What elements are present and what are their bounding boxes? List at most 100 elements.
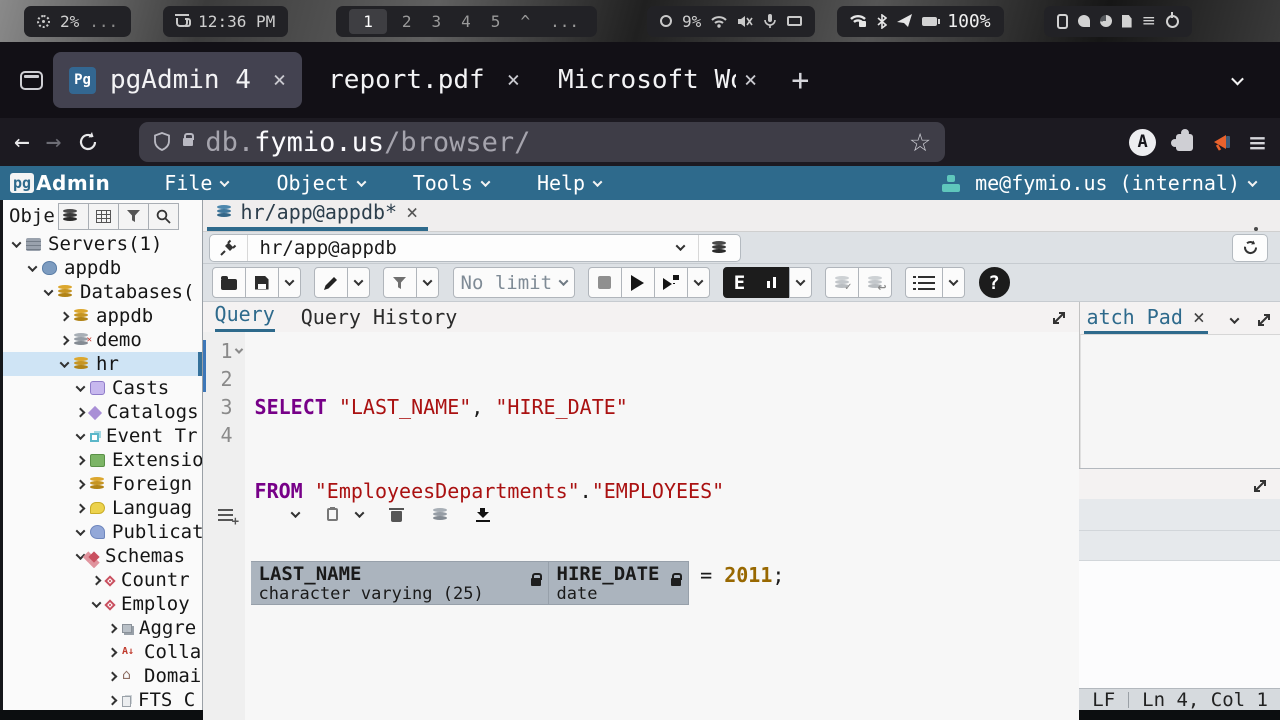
connection-select[interactable]: hr/app@appdb (209, 234, 741, 262)
tab-scratch-pad[interactable]: atch Pad × (1084, 305, 1208, 334)
search-button[interactable] (148, 203, 179, 230)
expand-panel-icon[interactable] (1051, 310, 1067, 326)
lock-icon[interactable] (183, 138, 193, 146)
list-all-tabs-icon[interactable] (1231, 72, 1244, 85)
expand-icon[interactable] (76, 407, 86, 417)
expand-icon[interactable] (92, 598, 102, 608)
expand-icon[interactable] (44, 286, 54, 296)
tree-item-demo-db[interactable]: demo (3, 328, 202, 352)
fold-icon[interactable] (234, 345, 242, 353)
extensions-icon[interactable] (1176, 134, 1193, 151)
stop-button[interactable] (588, 267, 622, 298)
menu-help[interactable]: Help (537, 171, 601, 195)
expand-icon[interactable] (108, 671, 118, 681)
expand-icon[interactable] (108, 647, 118, 657)
tree-item-hr-db[interactable]: hr (3, 352, 202, 376)
reload-icon[interactable] (77, 131, 99, 153)
expand-icon[interactable] (92, 575, 102, 585)
workspace-2[interactable]: 2 (397, 12, 417, 31)
expand-panel-icon[interactable] (1256, 312, 1272, 328)
account-icon[interactable]: A (1129, 129, 1156, 156)
tree-item-event-triggers[interactable]: Event Tr (3, 424, 202, 448)
collapse-panel-icon[interactable] (1230, 314, 1240, 324)
limit-select[interactable]: No limit (453, 267, 575, 298)
tree-item-fts-configurations[interactable]: FTS C (3, 688, 202, 710)
tab-query[interactable]: Query (215, 302, 275, 332)
open-file-button[interactable] (212, 267, 246, 298)
sql-editor[interactable]: 1 2 3 4 SELECT "LAST_NAME", "HIRE_DATE" … (203, 332, 1079, 720)
tree-item-foreign-data[interactable]: Foreign (3, 472, 202, 496)
new-tab-button[interactable]: + (791, 63, 809, 98)
code-area[interactable]: SELECT "LAST_NAME", "HIRE_DATE" FROM "Em… (245, 332, 1079, 720)
tab-close-icon[interactable]: × (406, 200, 418, 224)
query-tool-tab[interactable]: hr/app@appdb* × (207, 198, 429, 231)
workspace-more[interactable]: ... (545, 12, 584, 31)
column-header-hire-date[interactable]: HIRE_DATE date (549, 561, 689, 605)
execute-options-flag-button[interactable] (654, 267, 688, 298)
tree-item-schemas[interactable]: Schemas (3, 544, 202, 568)
workspace-1[interactable]: 1 (349, 9, 387, 34)
pie-icon[interactable] (1100, 15, 1112, 27)
shield-icon[interactable] (153, 132, 171, 152)
workspace-up[interactable]: ^ (515, 12, 535, 31)
expand-icon[interactable] (108, 623, 118, 633)
tree-item-collations[interactable]: A↓Colla (3, 640, 202, 664)
filter-button[interactable] (383, 267, 417, 298)
forward-button[interactable]: → (46, 129, 62, 155)
tree-item-schema-countries[interactable]: Countr (3, 568, 202, 592)
tab-close-icon[interactable]: × (507, 68, 520, 93)
menu-icon[interactable]: ≡ (1142, 11, 1156, 31)
tree-item-appdb-db[interactable]: appdb (3, 304, 202, 328)
panel-menu-icon[interactable] (1254, 227, 1258, 231)
document-icon[interactable] (1122, 15, 1132, 28)
expand-icon[interactable] (60, 311, 70, 321)
tree-item-publications[interactable]: Publicat (3, 520, 202, 544)
workspace-3[interactable]: 3 (427, 12, 447, 31)
tree-item-schema-employees[interactable]: Employ (3, 592, 202, 616)
expand-icon[interactable] (76, 455, 86, 465)
tree-item-servers[interactable]: Servers(1) (3, 232, 202, 256)
view-data-button[interactable] (88, 203, 119, 230)
scratch-pad-body[interactable] (1080, 334, 1280, 468)
expand-icon[interactable] (76, 503, 86, 513)
browser-tab-pgadmin[interactable]: Pg pgAdmin 4 × (53, 52, 302, 108)
execute-dropdown-button[interactable] (687, 267, 710, 298)
tree-item-catalogs[interactable]: Catalogs (3, 400, 202, 424)
megaphone-extension-icon[interactable] (1213, 133, 1233, 151)
edit-options-button[interactable] (347, 267, 370, 298)
save-options-button[interactable] (278, 267, 301, 298)
execute-button[interactable] (621, 267, 655, 298)
save-file-button[interactable] (245, 267, 279, 298)
device-indicators[interactable]: 9% (647, 6, 815, 37)
tab-close-icon[interactable]: × (273, 68, 286, 93)
macros-button[interactable] (905, 267, 943, 298)
back-button[interactable]: ← (14, 129, 30, 155)
tree-item-appdb-server[interactable]: appdb (3, 256, 202, 280)
explain-options-button[interactable] (789, 267, 812, 298)
edit-button[interactable] (314, 267, 348, 298)
tab-close-icon[interactable]: × (1193, 305, 1205, 329)
workspace-4[interactable]: 4 (456, 12, 476, 31)
cpu-indicator[interactable]: 2% ... (24, 6, 131, 37)
explain-button[interactable]: E (723, 267, 757, 298)
eol-indicator[interactable]: LF (1092, 689, 1115, 711)
tab-close-icon[interactable]: × (744, 68, 757, 93)
workspace-5[interactable]: 5 (486, 12, 506, 31)
explain-analyze-button[interactable] (756, 267, 790, 298)
menu-file[interactable]: File (164, 171, 228, 195)
clock-indicator[interactable]: 12:36 PM (163, 6, 288, 37)
new-connection-cell[interactable] (698, 235, 740, 261)
tab-query-history[interactable]: Query History (301, 305, 458, 332)
macros-options-button[interactable] (942, 267, 965, 298)
help-button[interactable]: ? (979, 267, 1010, 298)
expand-icon[interactable] (76, 430, 86, 440)
tree-item-languages[interactable]: Languag (3, 496, 202, 520)
menu-object[interactable]: Object (276, 171, 364, 195)
menu-tools[interactable]: Tools (413, 171, 489, 195)
power-icon[interactable] (1166, 15, 1179, 28)
browser-tab-report[interactable]: report.pdf × (312, 52, 536, 108)
network-battery-indicators[interactable]: 100% (837, 6, 1003, 37)
expand-icon[interactable] (28, 262, 38, 272)
expand-icon[interactable] (76, 526, 86, 536)
filter-options-button[interactable] (416, 267, 439, 298)
